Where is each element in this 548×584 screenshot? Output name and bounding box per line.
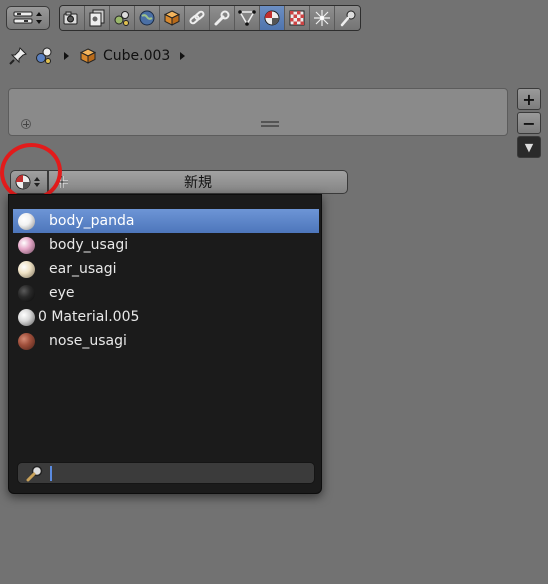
object-cube-icon	[79, 48, 97, 64]
new-material-label: 新規	[184, 175, 212, 191]
list-item[interactable]: ear_usagi	[13, 257, 319, 281]
scene-icon	[36, 47, 52, 64]
list-item[interactable]: eye	[13, 281, 319, 305]
render-layers-icon	[89, 9, 105, 27]
chevron-updown-icon	[36, 12, 42, 24]
list-item[interactable]: body_usagi	[13, 233, 319, 257]
remove-slot-button[interactable]: −	[517, 112, 541, 134]
material-preview-icon	[18, 284, 35, 302]
tab-object[interactable]	[160, 6, 185, 30]
expand-icon[interactable]	[21, 119, 31, 129]
slot-specials-button[interactable]: ▼	[517, 136, 541, 158]
add-slot-button[interactable]: +	[517, 88, 541, 110]
search-icon	[26, 465, 43, 482]
resize-grip-icon[interactable]	[261, 121, 279, 127]
material-list: body_panda body_usagi ear_usagi eye 0 Ma…	[13, 209, 319, 353]
material-preview-icon	[18, 236, 35, 254]
material-preview-icon	[18, 212, 35, 230]
breadcrumb-separator-icon	[180, 52, 186, 60]
list-item[interactable]: body_panda	[13, 209, 319, 233]
material-sphere-icon	[15, 174, 31, 190]
material-name: body_usagi	[49, 237, 129, 253]
context-tabs	[59, 5, 361, 31]
breadcrumb-separator-icon	[64, 52, 69, 60]
particles-icon	[314, 10, 330, 26]
tab-render-layers[interactable]	[85, 6, 110, 30]
material-slot-list[interactable]	[8, 88, 508, 136]
material-preview-icon	[18, 308, 35, 326]
tab-render[interactable]	[60, 6, 85, 30]
tab-constraints[interactable]	[185, 6, 210, 30]
tab-data[interactable]	[235, 6, 260, 30]
plus-icon	[56, 176, 68, 188]
material-preview-icon	[18, 332, 35, 350]
material-sphere-icon	[264, 10, 280, 26]
list-item[interactable]: nose_usagi	[13, 329, 319, 353]
camera-icon	[63, 11, 78, 25]
tab-scene[interactable]	[110, 6, 135, 30]
pin-icon[interactable]	[8, 46, 28, 66]
list-item[interactable]: 0 Material.005	[13, 305, 319, 329]
browse-material-button[interactable]	[10, 170, 48, 194]
checker-texture-icon	[289, 10, 305, 26]
tab-material[interactable]	[260, 6, 285, 30]
scene-icon	[114, 11, 129, 26]
material-name: eye	[49, 285, 75, 301]
search-input[interactable]	[17, 462, 315, 484]
wrench-icon	[214, 10, 230, 26]
breadcrumb: Cube.003	[8, 44, 308, 68]
object-cube-icon	[163, 10, 181, 26]
mesh-data-icon	[238, 10, 256, 26]
material-name: ear_usagi	[49, 261, 117, 277]
text-caret	[50, 465, 52, 481]
material-name: 0 Material.005	[38, 309, 140, 325]
tab-world[interactable]	[135, 6, 160, 30]
material-name: nose_usagi	[49, 333, 127, 349]
chevron-updown-icon	[34, 177, 40, 187]
breadcrumb-object-name: Cube.003	[103, 48, 171, 64]
properties-header	[0, 0, 548, 36]
material-name: body_panda	[49, 213, 135, 229]
properties-editor-icon	[13, 11, 33, 24]
tab-modifiers[interactable]	[210, 6, 235, 30]
world-icon	[139, 10, 155, 26]
tab-particles[interactable]	[310, 6, 335, 30]
tab-texture[interactable]	[285, 6, 310, 30]
slot-buttons: + − ▼	[517, 88, 541, 160]
material-preview-icon	[18, 260, 35, 278]
editor-type-button[interactable]	[6, 6, 50, 30]
constraint-link-icon	[189, 10, 205, 25]
physics-icon	[340, 10, 355, 27]
material-browse-popup: body_panda body_usagi ear_usagi eye 0 Ma…	[8, 194, 322, 494]
new-material-button[interactable]: 新規	[48, 170, 348, 194]
tab-physics[interactable]	[335, 6, 360, 30]
